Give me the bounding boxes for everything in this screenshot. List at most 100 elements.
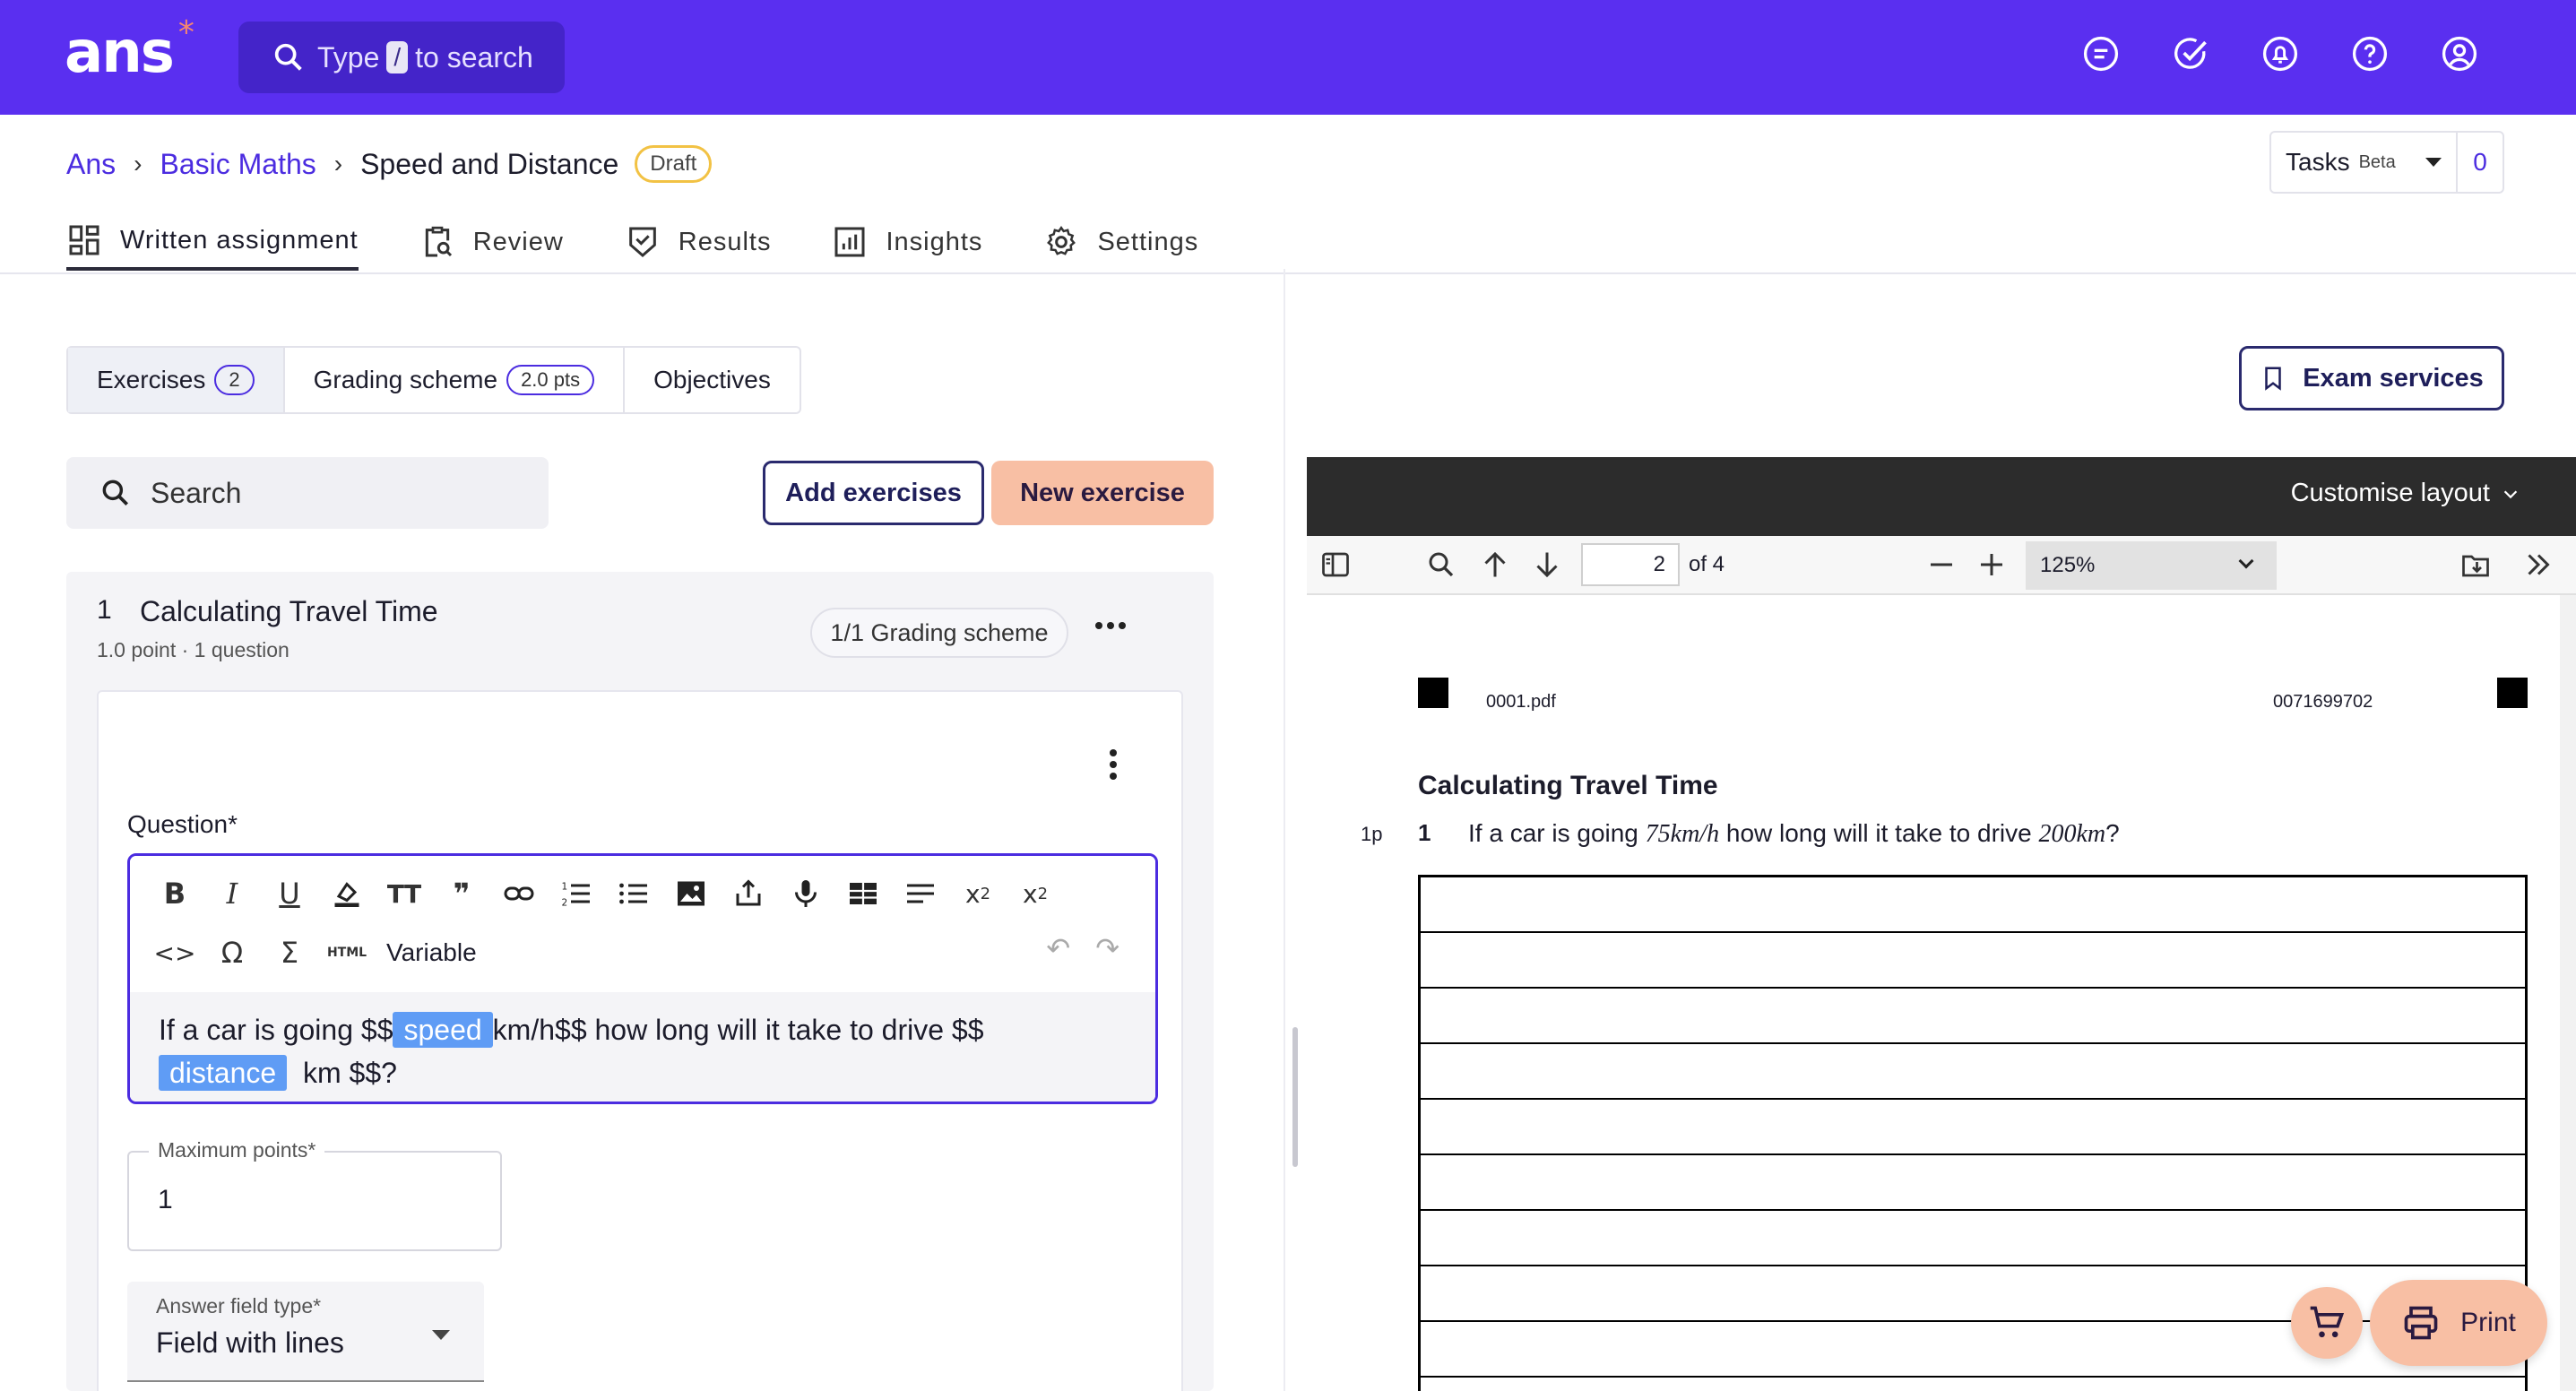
notification-icon[interactable] — [2260, 34, 2300, 73]
chevron-down-icon — [2238, 553, 2254, 569]
align-icon[interactable] — [892, 872, 949, 915]
tab-label: Objectives — [653, 366, 771, 393]
tab-label: Review — [472, 227, 564, 256]
highlight-icon[interactable] — [318, 872, 376, 915]
cart-button[interactable] — [2291, 1287, 2363, 1359]
logo[interactable]: ans * — [65, 14, 194, 86]
superscript-icon[interactable]: x2 — [1007, 872, 1064, 915]
grading-scheme-button[interactable]: 1/1 Grading scheme — [810, 608, 1068, 658]
upload-icon[interactable] — [720, 872, 777, 915]
image-icon[interactable] — [662, 872, 720, 915]
page-number-input[interactable]: 2 — [1581, 543, 1680, 586]
caret-down-icon[interactable] — [2425, 158, 2442, 167]
chat-icon[interactable] — [2081, 34, 2121, 73]
chevron-right-icon: › — [333, 150, 343, 177]
help-icon[interactable] — [2350, 34, 2390, 73]
answer-type-value: Field with lines — [156, 1326, 344, 1359]
zoom-in-icon[interactable] — [1975, 549, 2008, 581]
account-icon[interactable] — [2440, 34, 2479, 73]
check-circle-icon[interactable] — [2171, 34, 2210, 73]
tab-results[interactable]: Results — [625, 213, 772, 271]
omega-icon[interactable]: Ω — [203, 931, 261, 974]
add-exercises-button[interactable]: Add exercises — [763, 461, 984, 525]
tab-review[interactable]: Review — [419, 213, 564, 271]
bullet-list-icon[interactable] — [605, 872, 662, 915]
tab-settings[interactable]: Settings — [1043, 213, 1198, 271]
svg-text:2: 2 — [562, 898, 568, 909]
underline-icon[interactable]: U — [261, 872, 318, 915]
italic-icon[interactable]: I — [203, 872, 261, 915]
top-bar: ans * Type / to search — [0, 0, 2576, 115]
double-chevron-right-icon[interactable] — [2522, 549, 2554, 581]
search-icon[interactable] — [1425, 549, 1457, 581]
registration-mark — [1418, 678, 1448, 708]
exercise-title[interactable]: Calculating Travel Time — [140, 595, 438, 628]
breadcrumb-course[interactable]: Basic Maths — [160, 148, 316, 181]
undo-icon[interactable]: ↶ — [1046, 931, 1070, 965]
layout-icon — [69, 225, 99, 255]
subscript-icon[interactable]: x2 — [949, 872, 1007, 915]
new-exercise-button[interactable]: New exercise — [991, 461, 1214, 525]
more-horizontal-icon[interactable] — [1095, 622, 1126, 629]
global-search[interactable]: Type / to search — [238, 22, 565, 93]
chevron-right-icon: › — [134, 150, 143, 177]
numbered-list-icon[interactable]: 12 — [548, 872, 605, 915]
printer-icon — [2404, 1306, 2438, 1340]
arrow-up-icon[interactable] — [1479, 549, 1511, 581]
print-button[interactable]: Print — [2370, 1280, 2547, 1366]
page-title: Speed and Distance — [360, 147, 619, 180]
pdf-question-points: 1p — [1361, 823, 1383, 845]
tab-exercises[interactable]: Exercises 2 — [68, 348, 285, 412]
variable-chip-distance[interactable]: distance — [159, 1055, 288, 1091]
exam-services-button[interactable]: Exam services — [2239, 346, 2504, 410]
code-icon[interactable]: <> — [146, 931, 203, 974]
tab-insights[interactable]: Insights — [832, 213, 982, 271]
tab-written-assignment[interactable]: Written assignment — [66, 213, 359, 271]
pdf-exercise-title: Calculating Travel Time — [1418, 771, 1718, 800]
max-points-label: Maximum points* — [149, 1138, 325, 1162]
zoom-out-icon[interactable] — [1925, 549, 1958, 581]
exercise-search-input[interactable]: Search — [66, 457, 549, 529]
pdf-page: 0001.pdf 0071699702 Calculating Travel T… — [1307, 595, 2560, 1391]
max-points-value[interactable]: 1 — [158, 1185, 173, 1215]
exercise-card: 1 Calculating Travel Time 1.0 point · 1 … — [66, 572, 1214, 1391]
tab-label: Insights — [886, 227, 983, 256]
arrow-down-icon[interactable] — [1531, 549, 1563, 581]
scrollbar[interactable] — [2560, 595, 2576, 1391]
microphone-icon[interactable] — [777, 872, 834, 915]
question-label: Question* — [127, 810, 238, 838]
caret-down-icon — [432, 1330, 450, 1340]
breadcrumb-root[interactable]: Ans — [66, 148, 116, 181]
search-suffix: to search — [415, 40, 533, 73]
sub-tabs: Exercises 2 Grading scheme 2.0 pts Objec… — [66, 346, 801, 414]
variable-button[interactable]: Variable — [386, 938, 477, 967]
question-text[interactable]: If a car is going $$ speed km/h$$ how long… — [130, 992, 1155, 1102]
quote-icon[interactable]: ❞ — [433, 872, 490, 915]
question-editor[interactable]: B I U ТT ❞ 12 x2 x2 <> Ω Σ HTML Variable… — [127, 853, 1158, 1104]
customise-layout-button[interactable]: Customise layout — [2291, 479, 2520, 508]
logo-mark: * — [177, 14, 194, 51]
text-size-icon[interactable]: ТT — [376, 872, 433, 915]
insights-icon — [834, 227, 865, 257]
tab-label: Exercises — [97, 366, 206, 393]
more-vertical-icon[interactable] — [1110, 749, 1117, 780]
link-icon[interactable] — [490, 872, 548, 915]
bold-icon[interactable]: B — [146, 872, 203, 915]
tasks-dropdown[interactable]: Tasks Beta 0 — [2269, 131, 2504, 194]
sigma-icon[interactable]: Σ — [261, 931, 318, 974]
tab-label: Results — [678, 227, 772, 256]
zoom-select[interactable]: 125% — [2026, 541, 2277, 590]
pdf-question-text: If a car is going 75km/h how long will i… — [1468, 819, 2120, 848]
max-points-field[interactable]: Maximum points* 1 — [127, 1138, 502, 1251]
folder-download-icon[interactable] — [2459, 549, 2492, 581]
redo-icon[interactable]: ↷ — [1095, 931, 1119, 965]
tasks-count[interactable]: 0 — [2456, 133, 2503, 192]
table-icon[interactable] — [834, 872, 892, 915]
variable-chip-speed[interactable]: speed — [393, 1012, 493, 1048]
tab-objectives[interactable]: Objectives — [625, 348, 800, 412]
tab-grading-scheme[interactable]: Grading scheme 2.0 pts — [285, 348, 626, 412]
html-icon[interactable]: HTML — [318, 931, 376, 974]
resize-handle[interactable] — [1292, 1027, 1298, 1167]
answer-field-type-select[interactable]: Answer field type* Field with lines — [127, 1282, 484, 1382]
sidebar-toggle-icon[interactable] — [1319, 549, 1352, 581]
